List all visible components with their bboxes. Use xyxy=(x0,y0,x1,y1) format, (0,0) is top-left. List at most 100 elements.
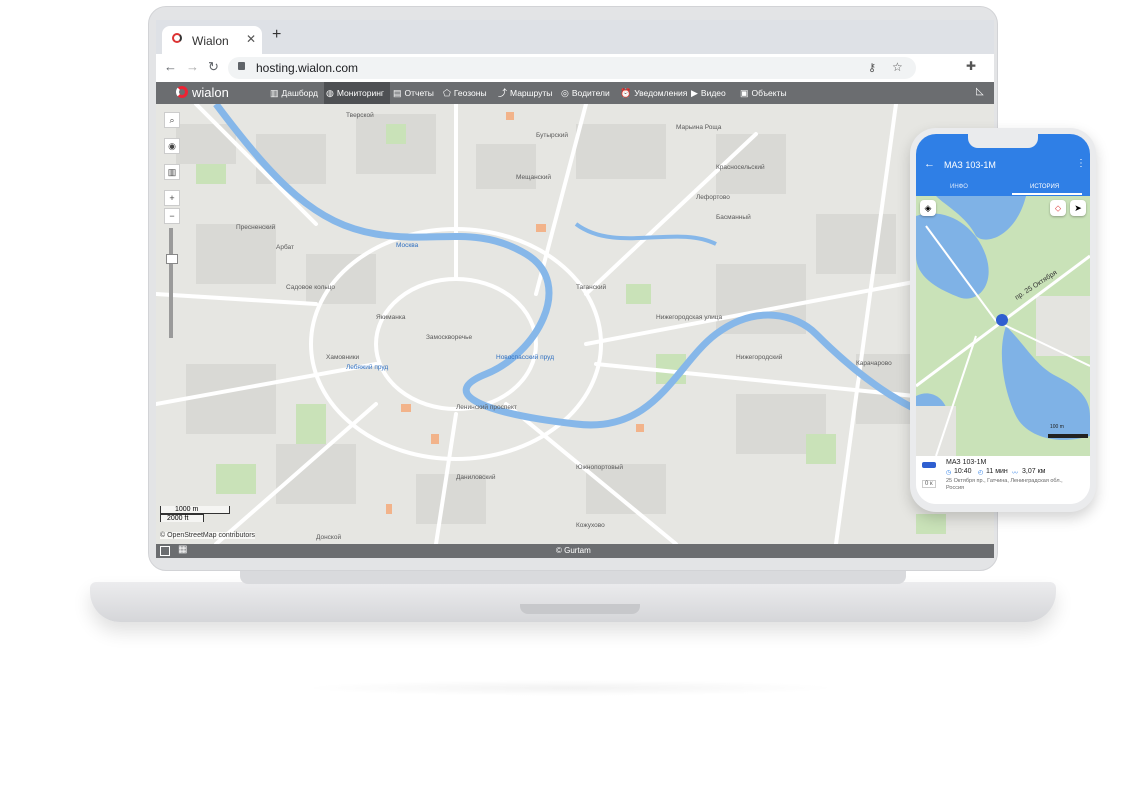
geofence-icon: ⬠ xyxy=(443,88,451,98)
map-label: Лебяжий пруд xyxy=(346,364,389,371)
map-layers-button[interactable]: ▥ xyxy=(164,164,180,180)
duration-icon: ◴ xyxy=(978,470,984,476)
tab-info[interactable]: ИНФО xyxy=(950,184,968,190)
menu-item-8[interactable]: ▣ Объекты xyxy=(738,82,798,104)
map-label: Садовое кольцо xyxy=(286,284,336,291)
menu-item-3[interactable]: ⬠ Геозоны xyxy=(441,82,495,104)
phone-compass-button[interactable]: ⬦ xyxy=(1050,200,1066,216)
phone-title: МАЗ 103-1М xyxy=(944,160,996,170)
scale-imperial: 2000 ft xyxy=(160,514,204,522)
laptop-base xyxy=(90,582,1056,622)
map-label: Южнопортовый xyxy=(576,464,624,471)
bus-icon xyxy=(922,462,936,468)
map-label: Лефортово xyxy=(696,194,730,201)
grid-icon[interactable]: ▦ xyxy=(178,544,187,555)
menu-item-label: Геозоны xyxy=(453,88,487,98)
map-label: Нижегородская улица xyxy=(656,314,723,321)
unit-duration: 11 мин xyxy=(986,468,1008,475)
scale-metric: 1000 m xyxy=(160,506,230,514)
app-logo: wialon xyxy=(192,85,229,100)
menu-item-7[interactable]: ▶ Видео xyxy=(689,82,737,104)
video-icon: ▶ xyxy=(691,88,698,98)
phone-header: ← МАЗ 103-1М ⋮ ИНФО ИСТОРИЯ xyxy=(916,134,1090,196)
zoom-in-button[interactable]: + xyxy=(164,190,180,206)
wialon-logo-icon xyxy=(176,86,188,98)
url-input[interactable]: hosting.wialon.com ⚷ ☆ xyxy=(228,57,916,79)
extensions-icon[interactable]: ✚ xyxy=(966,59,976,73)
menu-item-5[interactable]: ◎ Водители xyxy=(559,82,617,104)
bus-icon: ▣ xyxy=(740,88,749,98)
lock-icon xyxy=(238,62,245,70)
menu-item-1[interactable]: ◍ Мониторинг xyxy=(324,82,390,104)
phone-map-canvas xyxy=(916,196,1090,456)
wialon-favicon-icon xyxy=(172,33,182,43)
clock-icon: ◷ xyxy=(946,470,952,476)
menu-item-label: Уведомления xyxy=(634,88,688,98)
map-canvas xyxy=(156,104,994,544)
map-visibility-button[interactable]: ◉ xyxy=(164,138,180,154)
menu-item-label: Водители xyxy=(571,88,610,98)
zoom-out-button[interactable]: − xyxy=(164,208,180,224)
chart-icon: ▥ xyxy=(270,88,279,98)
route-icon: ⤴ xyxy=(498,88,508,98)
driver-icon: ◎ xyxy=(561,88,569,98)
menu-item-4[interactable]: ⤴ Маршруты xyxy=(496,82,558,104)
globe-icon: ◍ xyxy=(326,88,334,98)
tab-title: Wialon xyxy=(192,34,229,48)
distance-icon: 〰 xyxy=(1012,471,1019,477)
map-label: Мещанский xyxy=(516,174,552,181)
unit-time: 10:40 xyxy=(954,468,972,475)
unit-card[interactable]: МАЗ 103-1М ◷ 10:40 ◴ 11 мин 〰 3,07 км 0 … xyxy=(916,456,1090,504)
menu-item-2[interactable]: ▤ Отчеты xyxy=(391,82,441,104)
ruler-icon[interactable]: ◺ xyxy=(976,86,984,97)
map-attribution[interactable]: © OpenStreetMap contributors xyxy=(160,532,256,539)
back-icon[interactable]: ← xyxy=(164,59,177,74)
unit-distance: 3,07 км xyxy=(1022,468,1046,475)
browser-tab-bar: Wialon ✕ + xyxy=(156,20,994,54)
map-label: Карачарово xyxy=(856,360,892,367)
menu-item-label: Объекты xyxy=(751,88,787,98)
tab-history-underline xyxy=(1012,193,1082,195)
more-icon[interactable]: ⋮ xyxy=(1076,158,1086,169)
tab-history[interactable]: ИСТОРИЯ xyxy=(1030,184,1059,190)
forward-icon[interactable]: → xyxy=(186,59,199,74)
map-label: Хамовники xyxy=(326,354,360,361)
reload-icon[interactable]: ↻ xyxy=(208,59,219,75)
map-label: Пресненский xyxy=(236,224,276,231)
map-label: Красносельский xyxy=(716,164,765,171)
new-tab-button[interactable]: + xyxy=(272,26,281,44)
menu-item-label: Отчеты xyxy=(404,88,434,98)
tab-close-icon[interactable]: ✕ xyxy=(246,32,256,46)
footer-copyright: © Gurtam xyxy=(556,546,591,555)
url-text: hosting.wialon.com xyxy=(256,61,359,75)
browser-tab[interactable]: Wialon ✕ xyxy=(162,26,262,54)
map-label: Тверской xyxy=(346,112,374,119)
phone-map[interactable]: пр. 25 Октября 100 m ◈ ⬦ ➤ xyxy=(916,196,1090,456)
menu-item-6[interactable]: ⏰ Уведомления xyxy=(618,82,688,104)
map-label: Ленинский проспект xyxy=(456,404,517,411)
phone-screen: ← МАЗ 103-1М ⋮ ИНФО ИСТОРИЯ пр. 25 Октяб… xyxy=(916,134,1090,504)
zoom-slider-handle[interactable] xyxy=(166,254,178,264)
map-label: Бутырский xyxy=(536,132,568,139)
menu-item-label: Маршруты xyxy=(510,88,553,98)
menu-item-0[interactable]: ▥ Дашборд xyxy=(268,82,324,104)
unit-name: МАЗ 103-1М xyxy=(946,459,987,466)
phone-locate-button[interactable]: ➤ xyxy=(1070,200,1086,216)
phone-layers-button[interactable]: ◈ xyxy=(920,200,936,216)
map-view[interactable]: Тверской Бутырский Марьина Роща Мещанский Кр… xyxy=(156,104,994,544)
back-arrow-icon[interactable]: ← xyxy=(924,158,935,170)
laptop-notch xyxy=(520,604,640,614)
panel-toggle-icon[interactable] xyxy=(160,546,170,556)
zoom-slider[interactable] xyxy=(166,228,178,338)
map-label: Новоспасский пруд xyxy=(496,354,554,361)
star-icon[interactable]: ☆ xyxy=(892,60,903,74)
unit-address: 25 Октября пр., Гатчина, Ленинградская о… xyxy=(946,478,1063,491)
map-label: Кожухово xyxy=(576,522,605,529)
map-label: Таганский xyxy=(576,284,607,291)
key-icon[interactable]: ⚷ xyxy=(868,61,876,74)
map-label: Москва xyxy=(396,242,419,249)
laptop-screen: Wialon ✕ + ← → ↻ hosting.wialon.com ⚷ ☆ … xyxy=(156,20,994,558)
menu-item-label: Мониторинг xyxy=(336,88,384,98)
laptop-shadow xyxy=(300,680,840,696)
map-search-button[interactable]: ⌕ xyxy=(164,112,180,128)
